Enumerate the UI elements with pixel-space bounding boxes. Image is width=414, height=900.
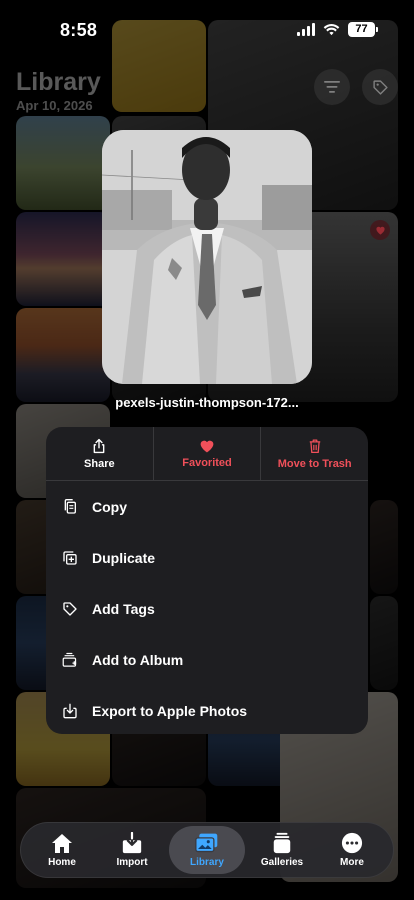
menu-item-label: Add Tags — [92, 600, 155, 617]
favorite-button[interactable]: Favorited — [152, 427, 261, 480]
duplicate-icon — [63, 550, 77, 565]
trash-icon — [309, 439, 320, 453]
tab-label: More — [340, 857, 364, 868]
filter-icon — [324, 81, 340, 93]
tab-label: Home — [48, 857, 76, 868]
menu-item-label: Copy — [92, 498, 127, 515]
photo-filename: pexels-justin-thompson-172... — [115, 395, 299, 410]
photo-preview — [102, 130, 312, 384]
tab-label: Galleries — [260, 857, 304, 868]
heart-icon — [200, 440, 214, 452]
share-icon — [93, 438, 105, 453]
context-menu: Share Favorited Move to Trash Copy Dupli… — [46, 427, 368, 734]
favorite-label: Favorited — [182, 456, 232, 469]
copy-icon — [64, 498, 76, 514]
menu-item-label: Export to Apple Photos — [92, 702, 248, 719]
tab-label: Import — [116, 857, 148, 868]
wifi-icon — [323, 23, 340, 36]
page-date: Apr 10, 2026 — [16, 98, 93, 113]
status-bar: 8:58 77 — [0, 0, 414, 60]
tab-bar: Home Import Library Galleries More — [20, 822, 394, 878]
export-icon — [63, 703, 77, 718]
tag-icon — [63, 601, 77, 616]
tab-import[interactable]: Import — [99, 826, 165, 874]
share-label: Share — [84, 457, 115, 470]
filter-button[interactable] — [314, 69, 350, 105]
share-button[interactable]: Share — [46, 427, 153, 480]
home-icon — [52, 834, 72, 853]
quick-actions: Share Favorited Move to Trash — [46, 427, 368, 481]
battery-icon: 77 — [348, 22, 378, 37]
heart-icon — [375, 226, 385, 235]
tab-home[interactable]: Home — [29, 826, 95, 874]
menu-item-copy[interactable]: Copy — [46, 481, 368, 532]
library-icon — [195, 833, 218, 853]
menu-item-label: Add to Album — [92, 651, 184, 668]
portrait-photo — [102, 130, 312, 384]
cellular-signal-icon — [297, 23, 315, 36]
tag-icon — [372, 79, 388, 95]
menu-item-label: Duplicate — [92, 549, 156, 566]
favorite-badge — [370, 220, 390, 240]
status-time: 8:58 — [60, 20, 98, 40]
move-to-trash-label: Move to Trash — [277, 457, 352, 470]
page-title: Library — [16, 68, 101, 96]
tab-galleries[interactable]: Galleries — [249, 826, 315, 874]
tab-label: Library — [190, 857, 224, 868]
menu-item-duplicate[interactable]: Duplicate — [46, 532, 368, 583]
more-icon — [341, 832, 363, 854]
galleries-icon — [273, 832, 291, 854]
move-to-trash-button[interactable]: Move to Trash — [260, 427, 368, 480]
menu-item-export-to-apple-photos[interactable]: Export to Apple Photos — [46, 685, 368, 734]
album-icon — [62, 652, 77, 667]
menu-item-add-tags[interactable]: Add Tags — [46, 583, 368, 634]
tab-library[interactable]: Library — [169, 826, 245, 874]
status-icons: 77 — [297, 22, 378, 37]
import-icon — [122, 832, 142, 854]
tab-more[interactable]: More — [319, 826, 385, 874]
tags-button[interactable] — [362, 69, 398, 105]
menu-item-add-to-album[interactable]: Add to Album — [46, 634, 368, 685]
battery-level: 77 — [348, 22, 375, 37]
